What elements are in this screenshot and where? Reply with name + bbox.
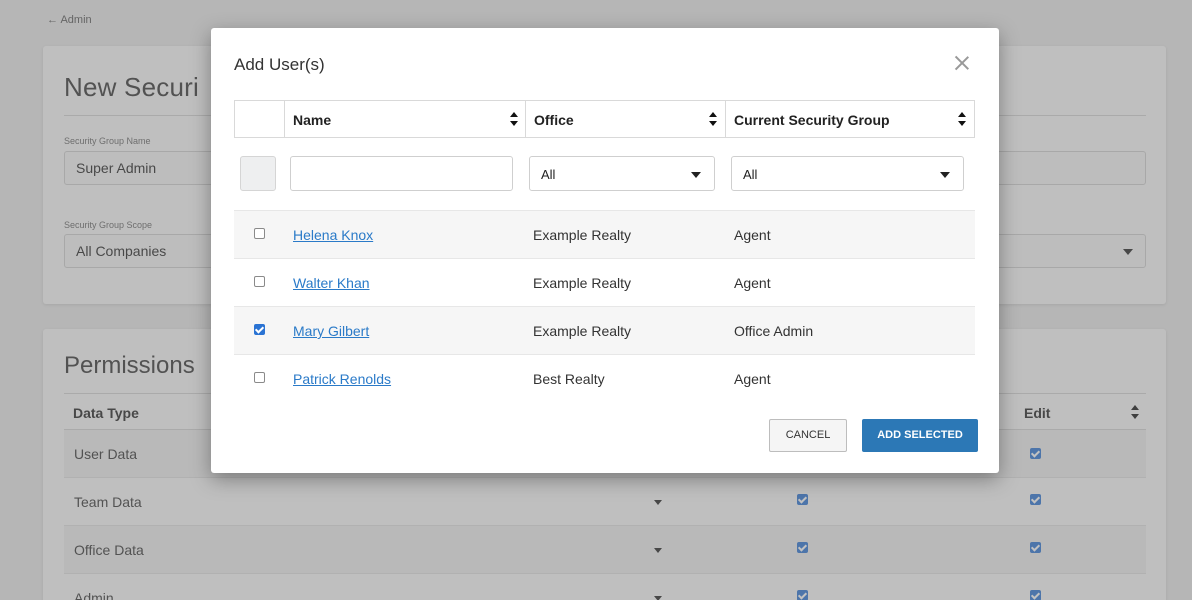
chevron-down-icon — [940, 172, 950, 178]
header-security-group[interactable]: Current Security Group — [725, 101, 974, 137]
office-filter-value: All — [541, 167, 556, 182]
table-row[interactable]: Patrick Renolds Best Realty Agent — [234, 354, 975, 402]
modal-title: Add User(s) — [234, 55, 325, 74]
user-group: Agent — [734, 275, 771, 291]
sort-icon[interactable] — [509, 112, 519, 126]
cancel-button[interactable]: CANCEL — [769, 419, 847, 452]
user-office: Example Realty — [533, 275, 632, 291]
table-row[interactable]: Walter Khan Example Realty Agent — [234, 258, 975, 306]
header-name-label: Name — [293, 112, 332, 128]
users-table-header: Name Office Current Security Group — [234, 100, 975, 138]
name-filter-input[interactable] — [290, 156, 513, 191]
row-checkbox[interactable] — [254, 276, 265, 287]
user-group: Agent — [734, 227, 771, 243]
user-group: Agent — [734, 371, 771, 387]
user-name-link[interactable]: Mary Gilbert — [293, 323, 369, 339]
table-row[interactable]: Helena Knox Example Realty Agent — [234, 210, 975, 258]
row-checkbox[interactable] — [254, 228, 265, 239]
header-name[interactable]: Name — [284, 101, 525, 137]
user-office: Best Realty — [533, 371, 605, 387]
header-group-label: Current Security Group — [734, 112, 890, 128]
chevron-down-icon — [691, 172, 701, 178]
sort-icon[interactable] — [708, 112, 718, 126]
group-filter-select[interactable]: All — [731, 156, 964, 191]
header-office-label: Office — [534, 112, 574, 128]
add-users-modal: Add User(s) Name Office Current Security… — [211, 28, 999, 473]
header-office[interactable]: Office — [525, 101, 725, 137]
office-filter-select[interactable]: All — [529, 156, 715, 191]
add-selected-button[interactable]: ADD SELECTED — [862, 419, 978, 452]
close-icon[interactable] — [954, 55, 970, 71]
user-name-link[interactable]: Patrick Renolds — [293, 371, 391, 387]
user-group: Office Admin — [734, 323, 814, 339]
table-row[interactable]: Mary Gilbert Example Realty Office Admin — [234, 306, 975, 354]
user-office: Example Realty — [533, 227, 632, 243]
group-filter-value: All — [743, 167, 758, 182]
user-office: Example Realty — [533, 323, 632, 339]
select-all-toggle[interactable] — [240, 156, 276, 191]
user-name-link[interactable]: Walter Khan — [293, 275, 370, 291]
filter-row: All All — [234, 138, 975, 210]
sort-icon[interactable] — [957, 112, 967, 126]
row-checkbox[interactable] — [254, 324, 265, 335]
user-name-link[interactable]: Helena Knox — [293, 227, 373, 243]
row-checkbox[interactable] — [254, 372, 265, 383]
users-table: Name Office Current Security Group All A… — [234, 100, 975, 402]
